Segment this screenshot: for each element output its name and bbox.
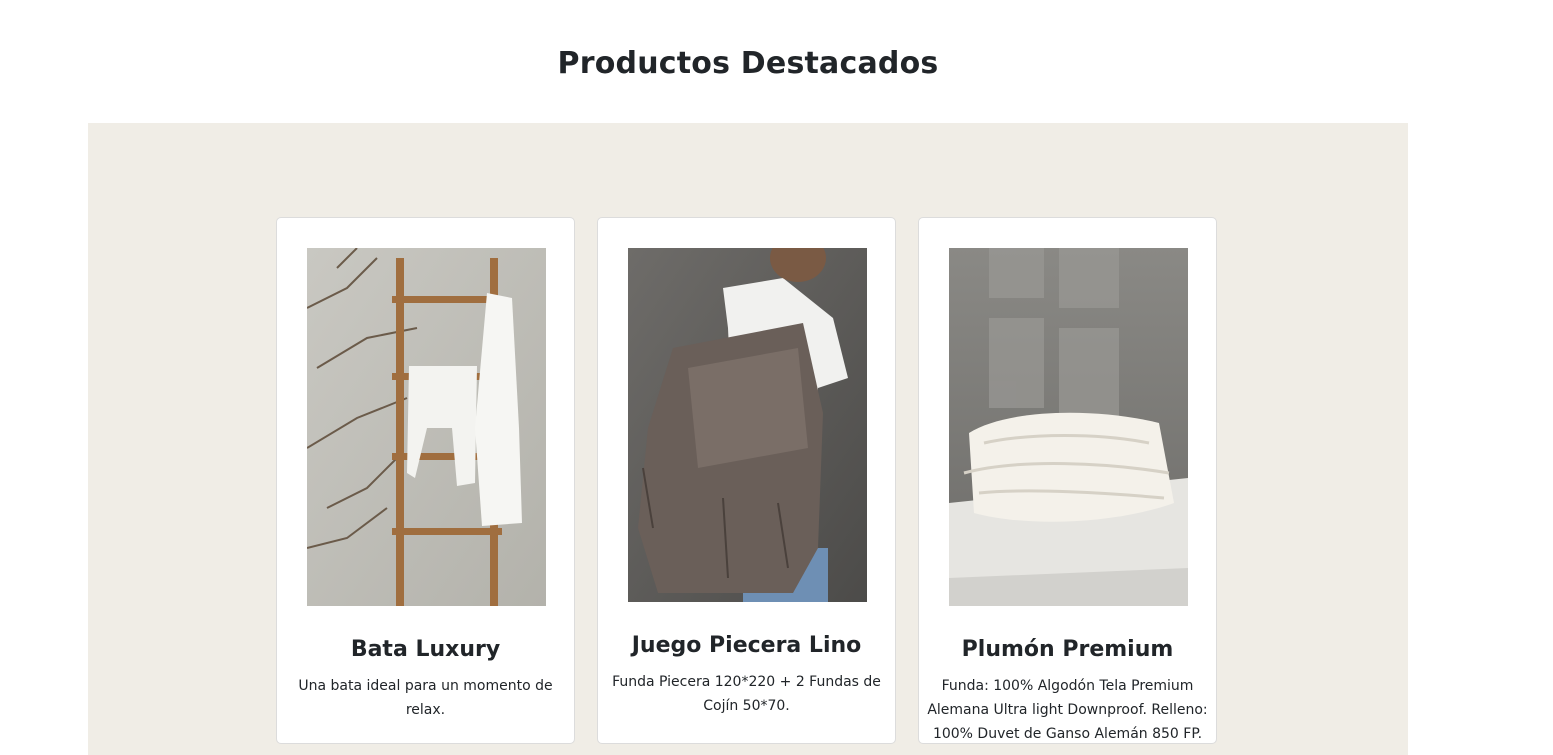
product-card-juego-piecera-lino[interactable]: Juego Piecera Lino Funda Piecera 120*220… [597,217,896,744]
product-image-juego-piecera-lino[interactable] [628,248,867,602]
product-card-bata-luxury[interactable]: Bata Luxury Una bata ideal para un momen… [276,217,575,744]
product-image-bata-luxury[interactable] [307,248,546,606]
product-card-plumon-premium[interactable]: Plumón Premium Funda: 100% Algodón Tela … [918,217,1217,744]
product-name[interactable]: Plumón Premium [919,637,1216,662]
product-image-plumon-premium[interactable] [949,248,1188,606]
product-description: Funda Piecera 120*220 + 2 Fundas de Cojí… [612,674,881,714]
product-name[interactable]: Bata Luxury [277,637,574,662]
product-description: Funda: 100% Algodón Tela Premium Alemana… [927,678,1208,742]
product-name[interactable]: Juego Piecera Lino [598,633,895,658]
section-title: Productos Destacados [557,46,939,81]
product-description: Una bata ideal para un momento de relax. [298,678,553,718]
